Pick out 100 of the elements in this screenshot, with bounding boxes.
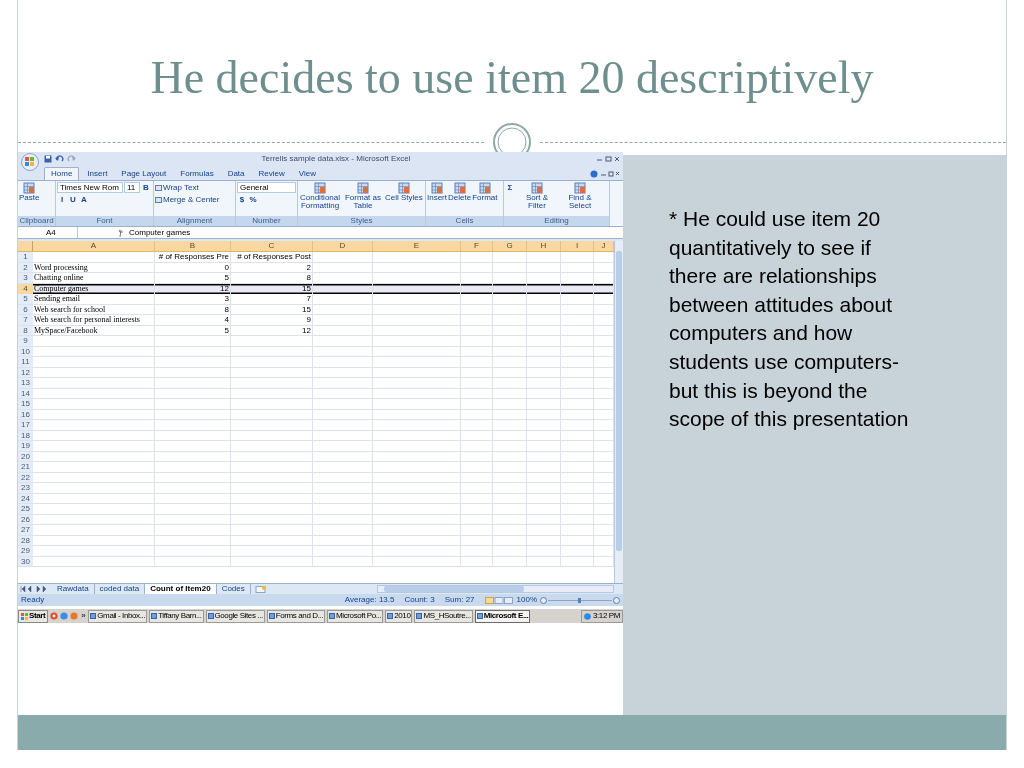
ribbon-button[interactable]: Paste <box>19 182 40 202</box>
row-header[interactable]: 6 <box>18 304 33 314</box>
taskbar-button[interactable]: Gmail - Inbox... <box>88 609 148 623</box>
toolbar-button[interactable]: $ <box>237 194 247 205</box>
row-header[interactable]: 28 <box>18 535 33 545</box>
ribbon-tab[interactable]: Page Layout <box>115 167 173 180</box>
table-cell: 12 <box>155 283 231 294</box>
group-label: Clipboard <box>18 216 55 226</box>
row-header[interactable]: 30 <box>18 556 33 566</box>
ribbon-tab[interactable]: Review <box>252 167 291 180</box>
row-header[interactable]: 18 <box>18 430 33 440</box>
grid-icon <box>23 182 36 194</box>
ribbon-button[interactable]: Insert <box>427 182 447 202</box>
taskbar-button[interactable]: 2010 <box>385 609 413 623</box>
ribbon-button[interactable]: Sort & Filter <box>516 182 558 210</box>
function-icon <box>118 228 126 237</box>
view-buttons-icon <box>484 596 513 604</box>
taskbar-button[interactable]: Microsoft E... <box>474 609 531 623</box>
column-header[interactable]: C <box>231 241 313 251</box>
ribbon-tab[interactable]: Home <box>44 167 80 180</box>
ribbon-button[interactable]: Format <box>472 182 498 202</box>
ribbon-tab[interactable]: View <box>292 167 322 180</box>
windows-flag-icon <box>21 612 28 620</box>
row-header[interactable]: 1 <box>18 252 33 262</box>
row-header[interactable]: 17 <box>18 420 33 430</box>
ribbon-button[interactable]: Wrap Text <box>155 182 199 193</box>
row-header[interactable]: 12 <box>18 367 33 377</box>
row-header[interactable]: 4 <box>18 283 33 294</box>
row-header[interactable]: 9 <box>18 336 33 346</box>
ribbon-button[interactable]: Format as Table <box>342 182 384 210</box>
column-header[interactable]: E <box>373 241 461 251</box>
window-icon <box>207 613 214 619</box>
row-header[interactable]: 26 <box>18 514 33 524</box>
taskbar-button[interactable]: Microsoft Po... <box>327 609 384 623</box>
ribbon-button[interactable]: Conditional Formatting <box>299 182 341 210</box>
row-header[interactable]: 23 <box>18 483 33 493</box>
taskbar-button[interactable]: Forms and D... <box>266 609 326 623</box>
row-header[interactable]: 15 <box>18 399 33 409</box>
ribbon-tab[interactable]: Formulas <box>174 167 220 180</box>
status-summary: Average: 13.5 <box>344 594 395 606</box>
toolbar-button[interactable]: Σ <box>505 182 515 193</box>
globe-icon <box>584 612 591 620</box>
table-cell: 4 <box>155 315 231 325</box>
ribbon-button[interactable]: Merge & Center <box>155 194 220 205</box>
row-header[interactable]: 10 <box>18 346 33 356</box>
row-header[interactable]: 7 <box>18 315 33 325</box>
column-header[interactable]: D <box>313 241 373 251</box>
ribbon-button[interactable]: Cell Styles <box>385 182 423 202</box>
column-header[interactable]: G <box>493 241 527 251</box>
ribbon-tab[interactable]: Data <box>221 167 251 180</box>
toolbar-button[interactable]: % <box>248 194 258 205</box>
taskbar-button[interactable]: Google Sites ... <box>205 609 265 623</box>
row-header[interactable]: 27 <box>18 525 33 535</box>
taskbar-button[interactable]: MS_HSoutre... <box>414 609 473 623</box>
ribbon-tab[interactable]: Insert <box>81 167 114 180</box>
dropdown-field[interactable]: General <box>237 182 296 193</box>
row-header[interactable]: 2 <box>18 262 33 272</box>
column-header[interactable]: A <box>33 241 155 251</box>
formula-field[interactable]: Computer games <box>129 227 623 238</box>
toolbar-button[interactable]: I <box>57 194 67 205</box>
more-button[interactable]: » <box>80 610 87 622</box>
row-header[interactable]: 3 <box>18 273 33 283</box>
row-header[interactable]: 19 <box>18 441 33 451</box>
grid-icon <box>531 182 543 194</box>
highlighted-row[interactable]: 4 Computer games 12 15 <box>18 283 614 294</box>
row-header[interactable]: 13 <box>18 378 33 388</box>
slide-title: He decides to use item 20 descriptively <box>150 51 874 105</box>
row-header[interactable]: 29 <box>18 546 33 556</box>
grid-icon <box>397 182 410 194</box>
toolbar-button[interactable]: U <box>68 194 78 205</box>
row-header[interactable]: 11 <box>18 357 33 367</box>
square-icon <box>155 184 162 191</box>
quick-launch-icon <box>50 612 79 620</box>
row-header[interactable]: 16 <box>18 409 33 419</box>
row-header[interactable]: 22 <box>18 472 33 482</box>
dropdown-field[interactable]: Times New Rom <box>57 182 123 193</box>
toolbar-button[interactable]: A <box>79 194 89 205</box>
row-header[interactable]: 21 <box>18 462 33 472</box>
horizontal-scrollbar[interactable] <box>376 585 614 593</box>
start-button[interactable]: Start <box>18 609 49 623</box>
dropdown-field[interactable]: 11 <box>124 182 140 193</box>
row-header[interactable]: 24 <box>18 493 33 503</box>
column-header[interactable]: F <box>461 241 493 251</box>
grid-icon <box>453 182 466 194</box>
row-header[interactable]: 25 <box>18 504 33 514</box>
name-box[interactable]: A4 <box>18 227 78 238</box>
toolbar-button[interactable]: B <box>141 182 151 193</box>
taskbar-button[interactable]: Tiffany Barn... <box>149 609 204 623</box>
row-header[interactable]: 20 <box>18 451 33 461</box>
slide-note: * He could use item 20 quantitatively to see if there are relationships between attitudes about computers and how students use computers- but this is beyond the scope of this presentation <box>669 206 909 433</box>
column-header[interactable]: H <box>527 241 561 251</box>
row-header[interactable]: 14 <box>18 388 33 398</box>
table-cell: 5 <box>155 325 231 335</box>
column-header[interactable]: B <box>155 241 231 251</box>
ribbon-button[interactable]: Delete <box>448 182 472 202</box>
row-header[interactable]: 5 <box>18 294 33 304</box>
ribbon-button[interactable]: Find & Select <box>559 182 601 210</box>
column-header[interactable]: I <box>561 241 594 251</box>
vertical-scrollbar[interactable] <box>614 241 623 583</box>
row-header[interactable]: 8 <box>18 325 33 335</box>
